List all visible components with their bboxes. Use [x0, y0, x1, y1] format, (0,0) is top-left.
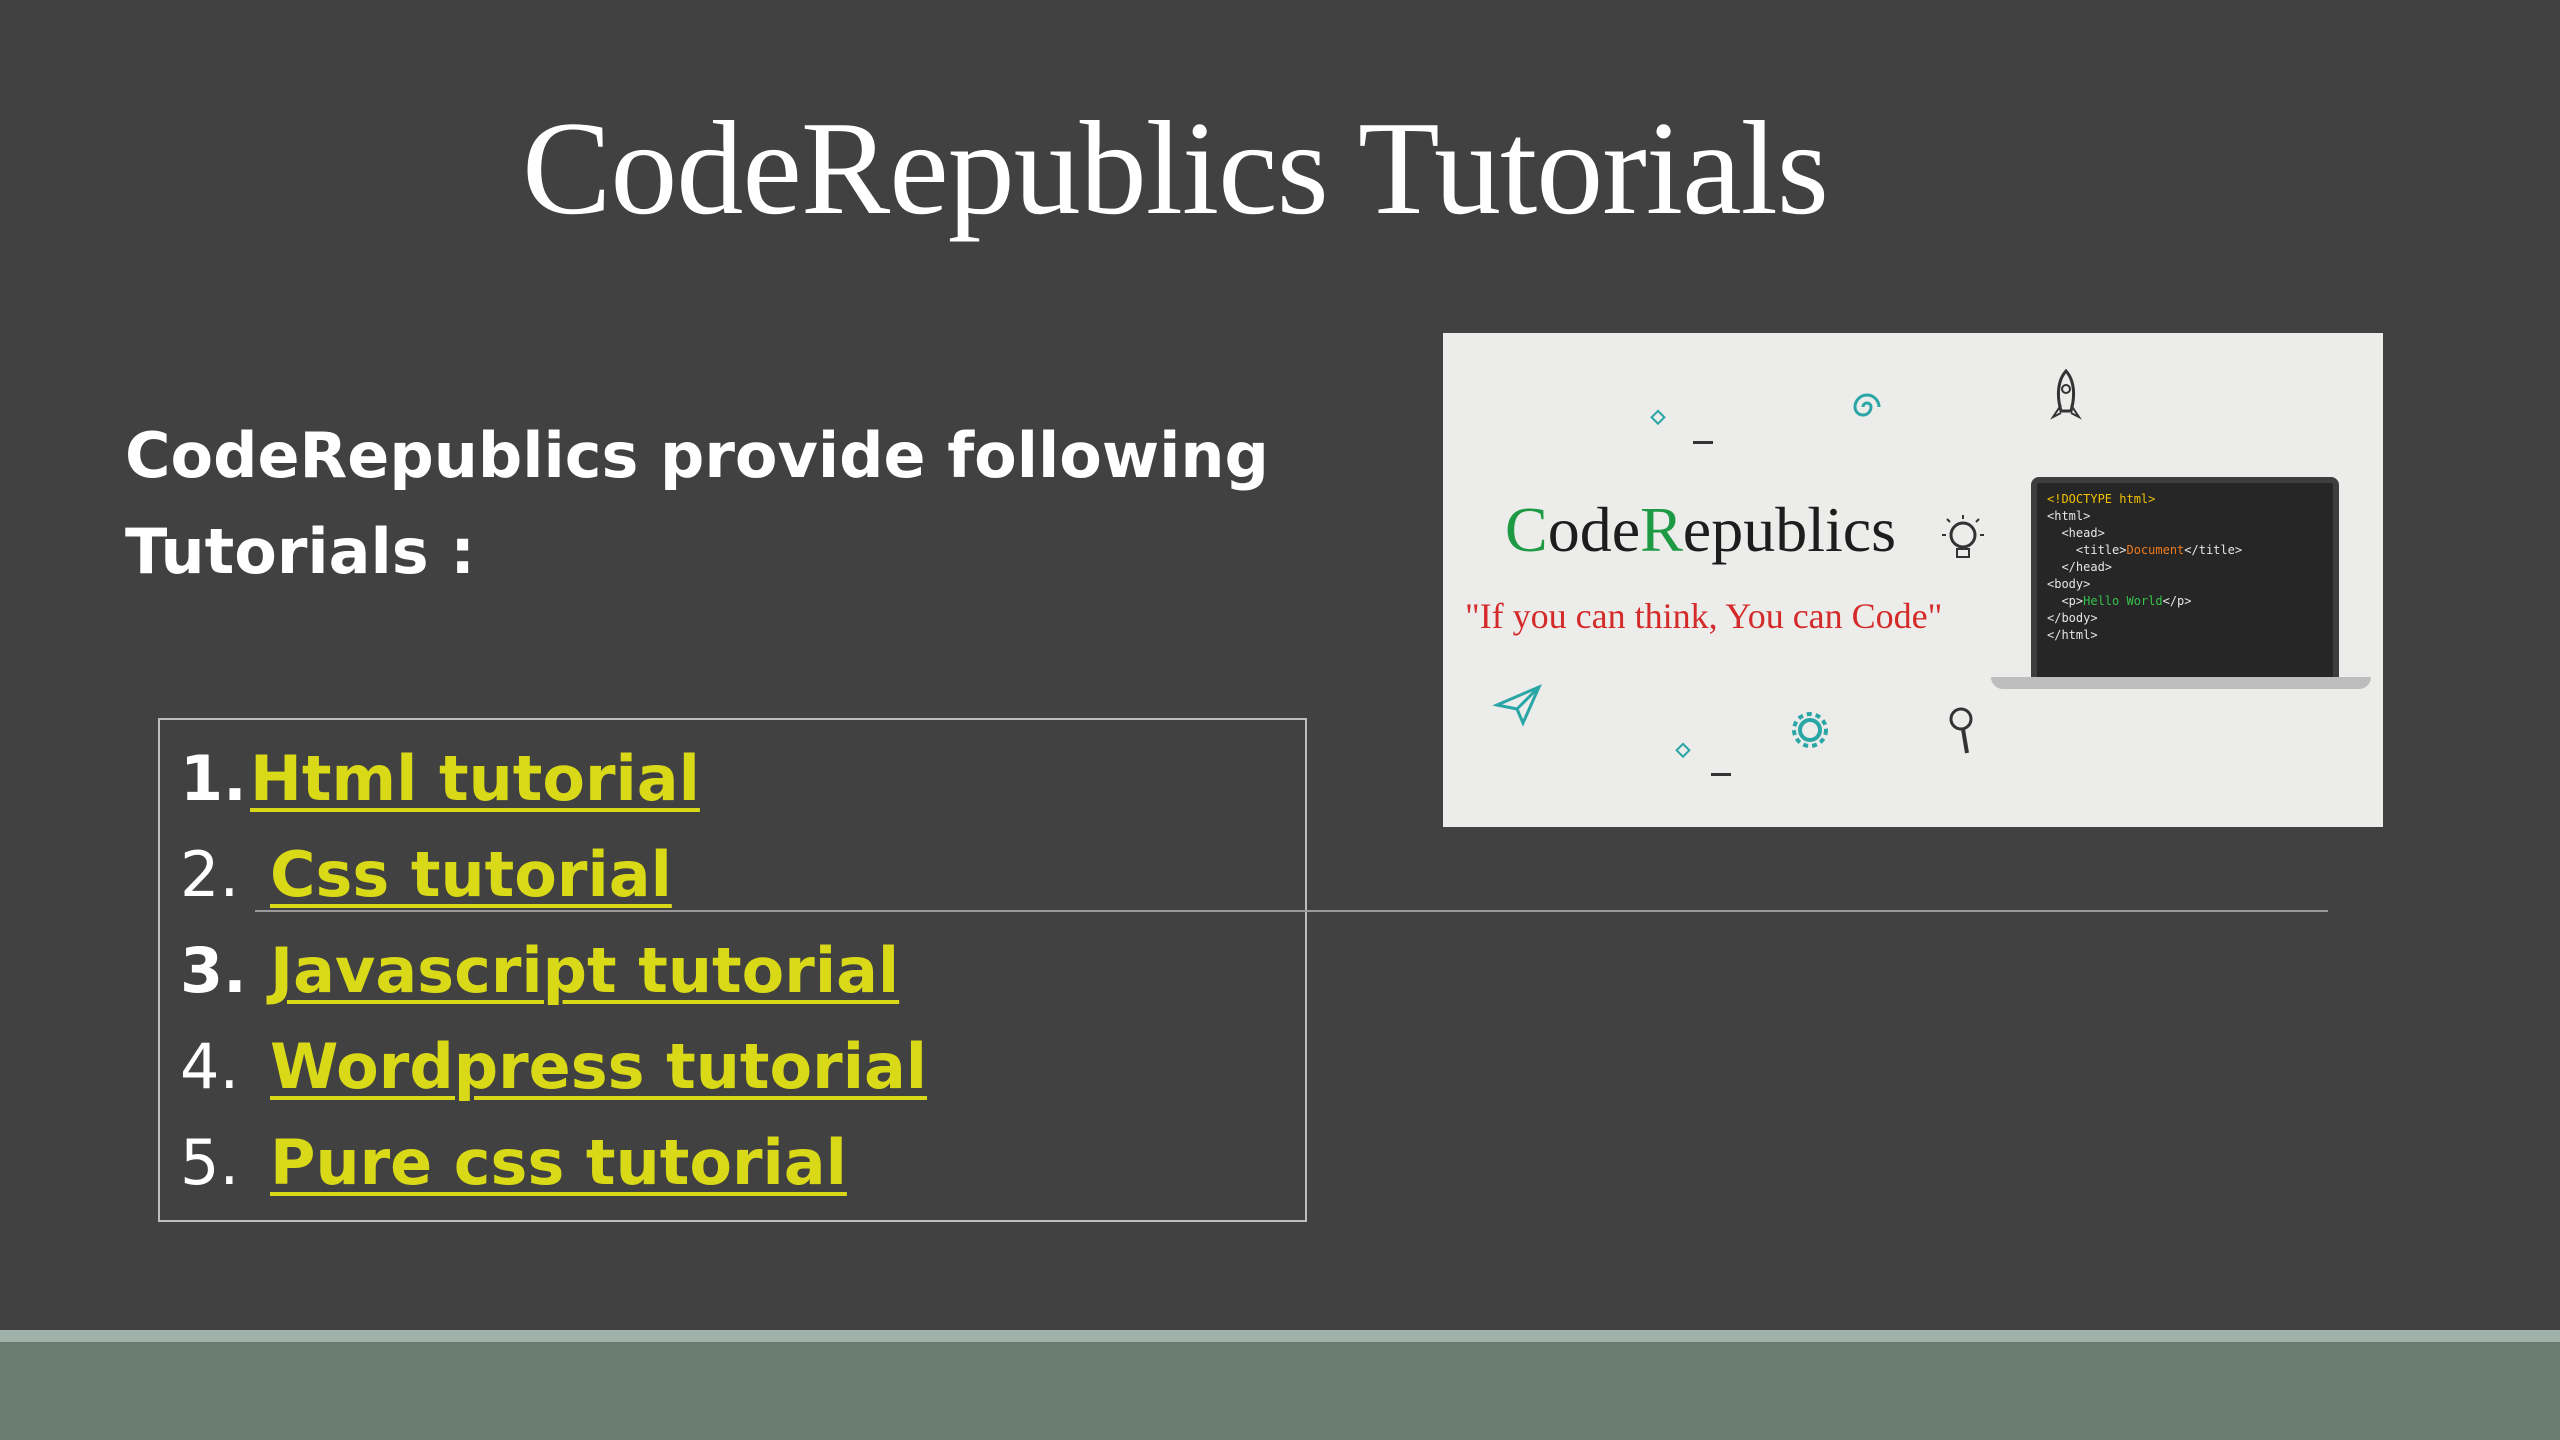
list-item: 2. Css tutorial [180, 826, 672, 922]
footer-accent-line [0, 1330, 2560, 1342]
brand-letter-r: R [1640, 494, 1683, 565]
dash-icon [1711, 773, 1731, 776]
list-item: 5. Pure css tutorial [180, 1114, 847, 1210]
list-number: 4. [180, 1029, 240, 1103]
intro-line-2: Tutorials : [125, 515, 476, 588]
spiral-icon [1853, 393, 1881, 417]
promo-image: CodeRepublics "If you can think, You can… [1443, 333, 2383, 827]
magnifier-icon [1949, 707, 1973, 754]
gear-icon [1792, 712, 1828, 748]
intro-line-1: CodeRepublics provide following [125, 419, 1269, 492]
intro-text: CodeRepublics provide following Tutorial… [125, 408, 1325, 600]
code-snippet: <!DOCTYPE html> <html> <head> <title>Doc… [2047, 492, 2243, 642]
list-number: 5. [180, 1125, 240, 1199]
list-number: 3. [180, 933, 247, 1007]
javascript-tutorial-link[interactable]: Javascript tutorial [270, 934, 899, 1007]
brand-part-epublics: epublics [1682, 494, 1897, 565]
pure-css-tutorial-link[interactable]: Pure css tutorial [270, 1126, 847, 1199]
html-tutorial-link[interactable]: Html tutorial [250, 742, 700, 815]
laptop-screen: <!DOCTYPE html> <html> <head> <title>Doc… [2031, 477, 2339, 683]
paper-plane-icon [1493, 684, 1542, 727]
brand-letter-c: C [1505, 494, 1548, 565]
promo-brand: CodeRepublics [1505, 493, 1896, 567]
dash-icon [1693, 441, 1713, 444]
list-item: 3. Javascript tutorial [180, 922, 899, 1018]
divider-line [255, 910, 2328, 912]
tutorial-list: 1. Html tutorial 2. Css tutorial 3. Java… [158, 718, 1307, 1222]
diamond-icon [1675, 742, 1691, 759]
list-item: 4. Wordpress tutorial [180, 1018, 927, 1114]
list-number: 2. [180, 837, 240, 911]
css-tutorial-link[interactable]: Css tutorial [270, 838, 672, 911]
promo-slogan: "If you can think, You can Code" [1465, 596, 1943, 636]
list-item: 1. Html tutorial [180, 730, 700, 826]
slide-title: CodeRepublics Tutorials [522, 94, 1829, 242]
wordpress-tutorial-link[interactable]: Wordpress tutorial [270, 1030, 927, 1103]
diamond-icon [1650, 409, 1666, 426]
rocket-icon [2050, 368, 2082, 420]
list-number: 1. [180, 741, 247, 815]
laptop-base [1991, 677, 2371, 689]
lightbulb-icon [1942, 515, 1984, 558]
footer-bar [0, 1342, 2560, 1440]
brand-part-ode: ode [1547, 494, 1641, 565]
